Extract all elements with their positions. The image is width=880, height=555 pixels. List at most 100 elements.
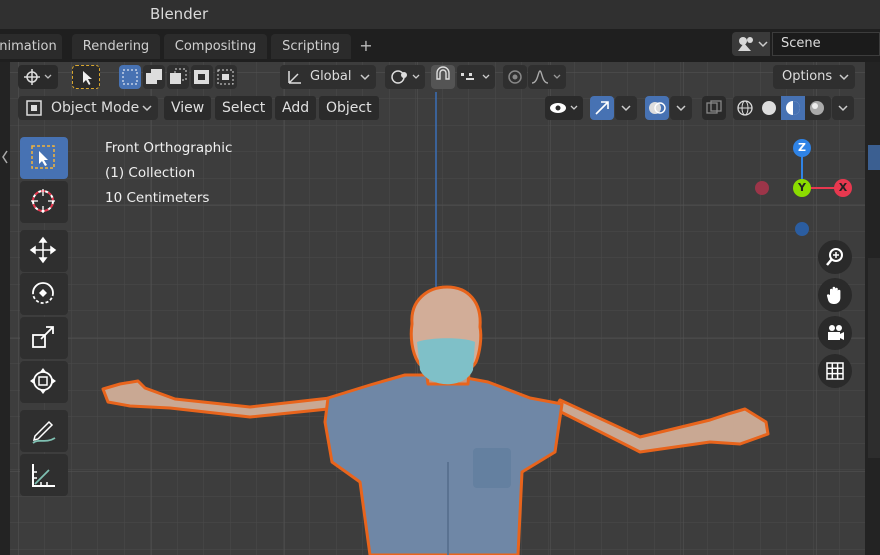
- select-mode-subtract-button[interactable]: [167, 65, 189, 89]
- menu-object[interactable]: Object: [319, 96, 379, 120]
- annotate-tool[interactable]: [20, 410, 68, 452]
- cursor-tool[interactable]: [20, 181, 68, 223]
- menu-view[interactable]: View: [164, 96, 212, 120]
- axis-z-button[interactable]: Z: [793, 139, 811, 157]
- options-label: Options: [782, 69, 833, 84]
- tab-scripting[interactable]: Scripting: [271, 34, 351, 59]
- view-name-label: Front Orthographic: [105, 140, 233, 156]
- sidebar-tab[interactable]: [868, 145, 880, 170]
- scene-selector[interactable]: Scene: [732, 32, 880, 56]
- snap-target-dropdown[interactable]: [457, 65, 495, 89]
- tab-compositing[interactable]: Compositing: [164, 34, 267, 59]
- tab-label: Compositing: [174, 39, 257, 54]
- material-shading-button[interactable]: [781, 96, 805, 120]
- left-panel-edge: [0, 62, 10, 555]
- pivot-point-dropdown[interactable]: [385, 65, 425, 89]
- gizmo-dropdown[interactable]: [615, 96, 637, 120]
- chevron-left-icon[interactable]: [0, 147, 10, 167]
- measure-tool[interactable]: [20, 454, 68, 496]
- zoom-magnifier-icon: [826, 248, 843, 266]
- proportional-editing-button[interactable]: [503, 65, 527, 89]
- scene-icon[interactable]: [732, 32, 770, 56]
- menu-add[interactable]: Add: [275, 96, 317, 120]
- cursor-crosshair-icon: [31, 189, 55, 213]
- select-mode-intersect-button[interactable]: [215, 65, 237, 89]
- chevron-down-icon: [838, 105, 848, 112]
- collection-label: (1) Collection: [105, 165, 196, 181]
- overlays-dropdown[interactable]: [670, 96, 692, 120]
- options-dropdown[interactable]: Options: [773, 65, 855, 89]
- select-intersect-icon: [217, 69, 234, 85]
- wireframe-shading-icon[interactable]: [733, 96, 757, 120]
- select-mode-invert-button[interactable]: [191, 65, 213, 89]
- move-tool[interactable]: [20, 230, 68, 272]
- zoom-button[interactable]: [818, 240, 852, 274]
- select-box-button[interactable]: [72, 65, 100, 89]
- tab-rendering[interactable]: Rendering: [72, 34, 160, 59]
- eye-icon: [550, 103, 578, 113]
- gizmo-toggle-button[interactable]: [590, 96, 614, 120]
- move-arrows-icon: [29, 236, 57, 264]
- select-invert-icon: [194, 70, 209, 84]
- tab-animation[interactable]: nimation: [0, 34, 62, 59]
- chevron-down-icon: [621, 105, 631, 112]
- shading-dropdown[interactable]: [832, 96, 854, 120]
- title-bar: Blender: [0, 0, 880, 29]
- scale-icon: [32, 326, 54, 348]
- axis-y-button[interactable]: Y: [793, 179, 811, 197]
- grid-icon: [826, 362, 844, 380]
- rotate-tool[interactable]: [20, 273, 68, 315]
- menu-select[interactable]: Select: [215, 96, 273, 120]
- object-mode-dropdown[interactable]: Object Mode: [18, 96, 158, 120]
- falloff-dropdown[interactable]: [528, 65, 566, 89]
- pan-button[interactable]: [818, 278, 852, 312]
- hand-icon: [826, 286, 841, 304]
- sidebar-strip: [868, 258, 880, 458]
- tab-label: Scripting: [282, 39, 340, 54]
- axis-x-button[interactable]: X: [834, 179, 852, 197]
- app-title: Blender: [150, 5, 209, 23]
- shading-mode-group: [733, 96, 831, 120]
- orientation-label: Global: [310, 69, 352, 84]
- scale-tool[interactable]: [20, 317, 68, 359]
- grid-scale-label: 10 Centimeters: [105, 190, 210, 206]
- proportional-edit-icon: [508, 70, 522, 84]
- solid-shading-icon[interactable]: [757, 96, 781, 120]
- select-subtract-icon: [170, 68, 187, 84]
- magnet-icon: [436, 66, 450, 80]
- xray-icon: [706, 100, 722, 114]
- toggle-perspective-button[interactable]: [818, 354, 852, 388]
- overlays-icon: [649, 102, 666, 114]
- visibility-dropdown[interactable]: [545, 96, 583, 120]
- axis-neg-x-button[interactable]: [755, 181, 769, 195]
- orientation-axes-icon: [288, 71, 301, 84]
- material-shading-icon: [786, 101, 800, 115]
- snap-toggle-button[interactable]: [431, 65, 455, 89]
- transform-pivot-button[interactable]: [18, 65, 58, 89]
- axis-neg-z-button[interactable]: [795, 222, 809, 236]
- transform-orientation-dropdown[interactable]: Global: [280, 65, 376, 89]
- transform-tool[interactable]: [20, 361, 68, 403]
- xray-toggle-button[interactable]: [702, 96, 726, 120]
- select-mode-new-button[interactable]: [119, 65, 141, 89]
- select-new-icon: [122, 69, 138, 85]
- transform-gizmo-icon: [30, 368, 56, 394]
- camera-view-button[interactable]: [818, 316, 852, 350]
- snap-increment-icon: [461, 73, 490, 80]
- gizmo-arrow-icon: [595, 101, 609, 115]
- camera-icon: [828, 325, 844, 340]
- tab-label: Rendering: [82, 39, 150, 54]
- chevron-down-icon: [839, 74, 849, 81]
- select-box-icon: [31, 145, 55, 169]
- scene-name-field[interactable]: Scene: [772, 32, 880, 56]
- add-workspace-button[interactable]: +: [355, 35, 377, 57]
- select-mode-extend-button[interactable]: [143, 65, 165, 89]
- object-mode-icon: [26, 100, 42, 116]
- rotate-icon: [32, 282, 54, 304]
- select-extend-icon: [146, 69, 162, 84]
- overlays-toggle-button[interactable]: [645, 96, 669, 120]
- falloff-curve-icon: [531, 70, 561, 84]
- tab-label: nimation: [0, 39, 57, 54]
- select-box-tool[interactable]: [20, 137, 68, 179]
- rendered-shading-icon[interactable]: [805, 96, 829, 120]
